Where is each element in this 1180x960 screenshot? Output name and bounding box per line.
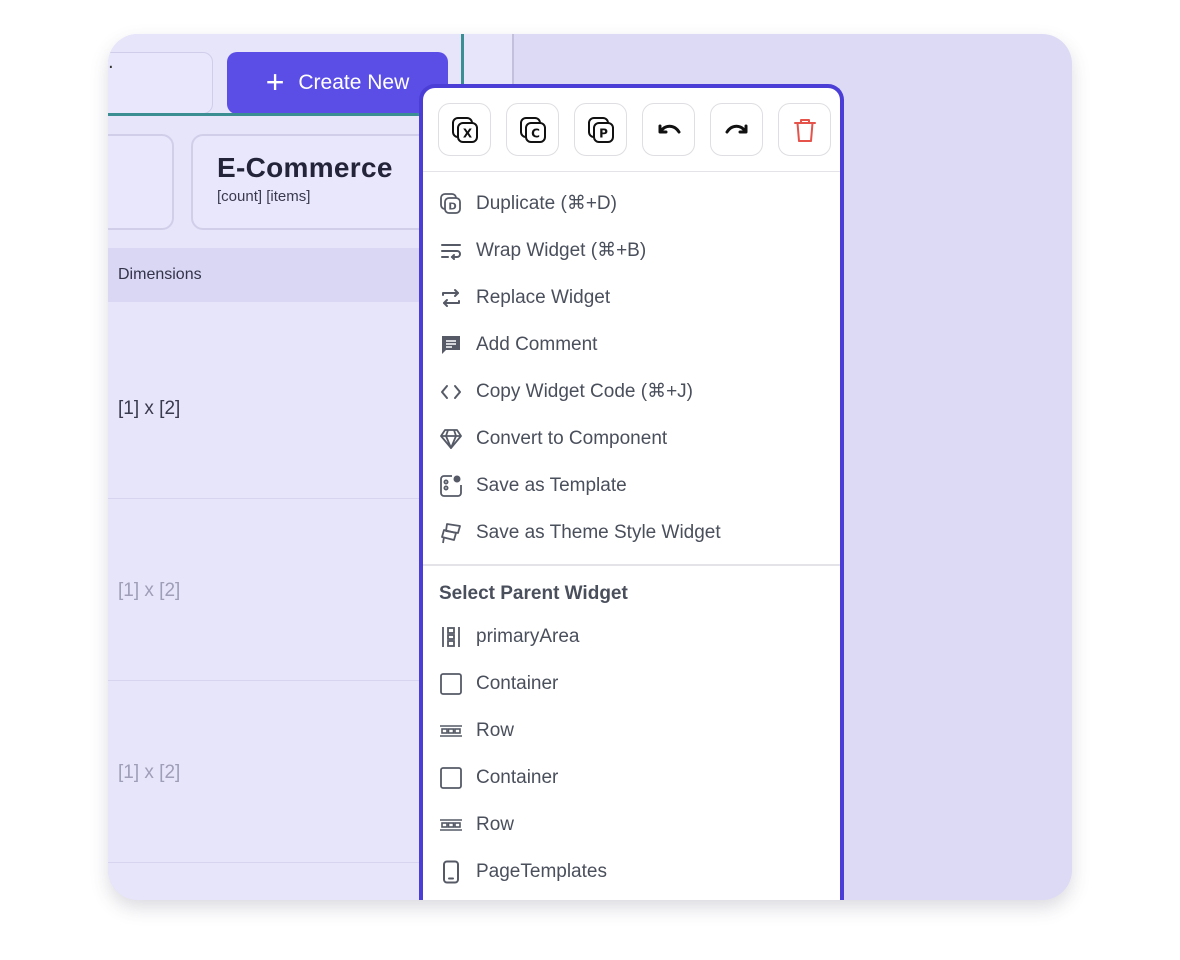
trash-icon: [793, 118, 816, 142]
create-new-label: Create New: [298, 71, 410, 94]
row-icon: [440, 819, 462, 831]
code-icon: [441, 384, 461, 399]
parent-item-label: Container: [476, 673, 559, 694]
menu-item-label: Add Comment: [476, 333, 598, 355]
copy-button[interactable]: C: [506, 103, 559, 156]
menu-item-label: Replace Widget: [476, 286, 611, 308]
menu-item-add-comment[interactable]: Add Comment: [423, 321, 840, 368]
container-icon: [440, 767, 462, 789]
parent-item-row[interactable]: Row: [423, 802, 840, 849]
parent-widgets: primaryArea Container Row Container Row …: [423, 614, 840, 896]
parent-item-page-templates[interactable]: PageTemplates: [423, 849, 840, 896]
comment-icon: [442, 335, 460, 354]
parent-item-label: Row: [476, 720, 515, 741]
theme-style-icon: [441, 522, 461, 543]
category-card-ecommerce[interactable]: E-Commerce [count] [items]: [191, 134, 431, 230]
cut-icon: X: [451, 116, 478, 143]
table-cell-dimensions: [1] x [2]: [118, 580, 181, 601]
delete-button[interactable]: [778, 103, 831, 156]
redo-icon: [725, 124, 747, 133]
menu-item-wrap-widget[interactable]: Wrap Widget (⌘+B): [423, 227, 840, 274]
parent-item-label: Container: [476, 767, 559, 788]
cut-button[interactable]: X: [438, 103, 491, 156]
search-input[interactable]: [108, 52, 213, 114]
menu-item-label: Wrap Widget (⌘+B): [476, 240, 647, 261]
copy-icon: C: [519, 116, 546, 143]
redo-button[interactable]: [710, 103, 763, 156]
create-new-button[interactable]: + Create New: [227, 52, 448, 114]
duplicate-icon: D: [440, 192, 461, 214]
paste-button[interactable]: P: [574, 103, 627, 156]
category-title: E-Commerce: [217, 152, 393, 183]
svg-text:X: X: [462, 126, 472, 140]
parent-item-container[interactable]: Container: [423, 755, 840, 802]
menu-item-duplicate[interactable]: D Duplicate (⌘+D): [423, 180, 840, 227]
undo-button[interactable]: [642, 103, 695, 156]
paste-icon: P: [587, 116, 614, 143]
menu-item-label: Copy Widget Code (⌘+J): [476, 381, 693, 402]
menu-item-label: Convert to Component: [476, 427, 668, 449]
parent-item-row[interactable]: Row: [423, 708, 840, 755]
svg-text:D: D: [448, 201, 456, 212]
table-cell-dimensions: [1] x [2]: [118, 398, 181, 419]
select-parent-heading: Select Parent Widget: [439, 582, 628, 604]
template-icon: [440, 474, 462, 497]
parent-item-label: PageTemplates: [476, 861, 607, 882]
row-icon: [440, 725, 462, 737]
category-subtitle: [count] [items]: [217, 188, 311, 205]
selection-outline-bottom: [108, 113, 464, 116]
context-menu: X C P D Duplicate (⌘+D) Wrap Widget (⌘+B…: [419, 84, 844, 900]
menu-item-label: Save as Theme Style Widget: [476, 521, 721, 543]
menu-item-label: Save as Template: [476, 474, 627, 496]
table-cell-dimensions: [1] x [2]: [118, 762, 181, 783]
context-menu-toolbar: X C P: [423, 88, 840, 172]
menu-item-copy-widget-code[interactable]: Copy Widget Code (⌘+J): [423, 368, 840, 415]
svg-text:C: C: [531, 126, 540, 140]
menu-item-label: Duplicate (⌘+D): [476, 193, 617, 214]
search-input-text: .: [108, 52, 114, 73]
category-card[interactable]: [108, 134, 174, 230]
parent-item-label: Row: [476, 814, 515, 835]
menu-item-convert-to-component[interactable]: Convert to Component: [423, 415, 840, 462]
svg-text:P: P: [599, 126, 608, 140]
container-icon: [440, 673, 462, 695]
phone-icon: [443, 860, 459, 884]
parent-item-container[interactable]: Container: [423, 661, 840, 708]
parent-item-primary-area[interactable]: primaryArea: [423, 614, 840, 661]
wrap-icon: [441, 243, 461, 260]
parent-item-label: primaryArea: [476, 626, 580, 647]
undo-icon: [658, 124, 680, 133]
column-icon: [442, 627, 460, 647]
menu-item-save-as-theme-style[interactable]: Save as Theme Style Widget: [423, 509, 840, 556]
plus-icon: +: [265, 63, 285, 100]
menu-actions: D Duplicate (⌘+D) Wrap Widget (⌘+B) Repl…: [423, 172, 840, 556]
menu-item-replace-widget[interactable]: Replace Widget: [423, 274, 840, 321]
menu-item-save-as-template[interactable]: Save as Template: [423, 462, 840, 509]
replace-icon: [442, 288, 460, 307]
diamond-icon: [440, 428, 462, 449]
